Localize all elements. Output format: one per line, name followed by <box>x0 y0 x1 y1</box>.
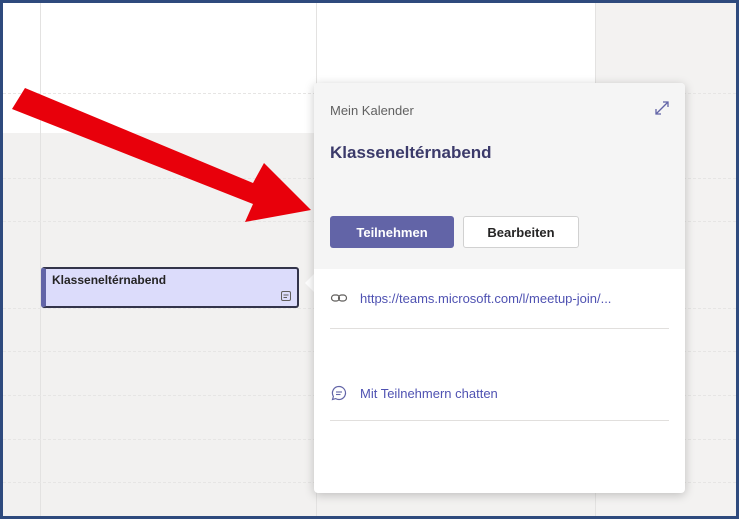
divider <box>330 328 669 329</box>
details-icon <box>281 291 291 301</box>
chat-row[interactable]: Mit Teilnehmern chatten <box>330 384 669 402</box>
red-arrow-annotation <box>12 88 311 222</box>
divider <box>330 420 669 421</box>
meeting-details-popup: Mein Kalender Klasseneltérnabend Teilneh… <box>314 83 685 493</box>
edit-button[interactable]: Bearbeiten <box>463 216 579 248</box>
chat-with-participants[interactable]: Mit Teilnehmern chatten <box>360 386 498 401</box>
event-title: Klasseneltérnabend <box>52 273 167 287</box>
screenshot-frame: Klasseneltérnabend Mein Kalender Klassen… <box>0 0 739 519</box>
chat-icon <box>331 385 347 401</box>
popup-pointer <box>305 274 314 292</box>
link-icon <box>330 294 348 302</box>
join-button[interactable]: Teilnehmen <box>330 216 454 248</box>
meeting-title: Klasseneltérnabend <box>330 143 492 162</box>
calendar-event[interactable]: Klasseneltérnabend <box>41 267 299 308</box>
expand-icon[interactable] <box>653 99 671 117</box>
meeting-link-row[interactable]: https://teams.microsoft.com/l/meetup-joi… <box>330 289 669 307</box>
meeting-link[interactable]: https://teams.microsoft.com/l/meetup-joi… <box>360 291 611 306</box>
calendar-name: Mein Kalender <box>330 103 414 118</box>
popup-header: Mein Kalender Klasseneltérnabend Teilneh… <box>314 83 685 269</box>
